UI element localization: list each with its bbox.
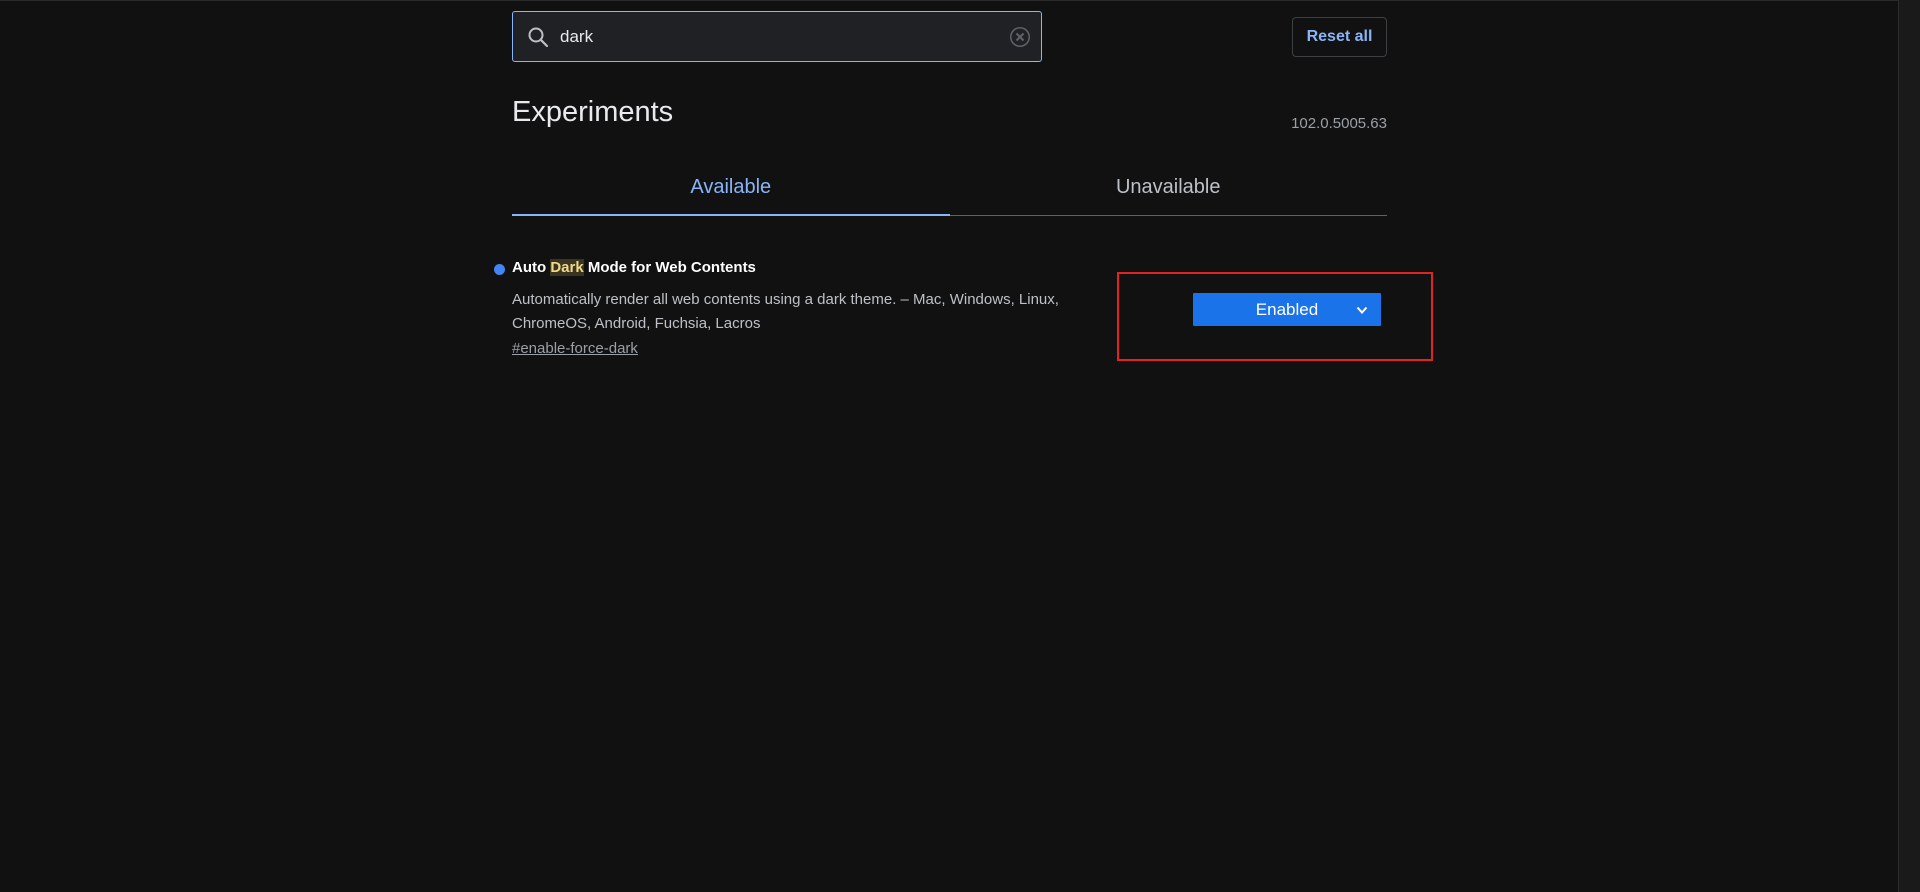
top-divider: [0, 0, 1898, 1]
select-value: Enabled: [1255, 299, 1319, 319]
search-match-highlight: Dark: [550, 259, 584, 276]
version-label: 102.0.5005.63: [1291, 115, 1387, 132]
flags-page: Reset all Experiments 102.0.5005.63 Avai…: [0, 0, 1920, 892]
search-box[interactable]: [512, 11, 1042, 62]
experiment-title: Auto Dark Mode for Web Contents: [512, 259, 756, 276]
reset-all-button[interactable]: Reset all: [1292, 17, 1387, 57]
experiment-state-select[interactable]: Enabled: [1193, 293, 1381, 326]
search-input[interactable]: [560, 26, 1009, 47]
experiment-title-prefix: Auto: [512, 259, 551, 276]
experiment-permalink[interactable]: #enable-force-dark: [512, 340, 638, 357]
tab-unavailable[interactable]: Unavailable: [950, 160, 1388, 215]
experiment-description: Automatically render all web contents us…: [512, 291, 1059, 332]
experiment-title-suffix: Mode for Web Contents: [583, 259, 756, 276]
modified-indicator-dot: [494, 264, 505, 275]
search-icon: [526, 25, 550, 49]
page-title: Experiments: [512, 96, 674, 128]
chevron-down-icon: [1355, 302, 1369, 316]
clear-icon[interactable]: [1009, 26, 1031, 48]
tab-bar: Available Unavailable: [512, 160, 1387, 216]
vertical-scrollbar[interactable]: [1898, 0, 1920, 892]
tab-available[interactable]: Available: [512, 160, 950, 216]
